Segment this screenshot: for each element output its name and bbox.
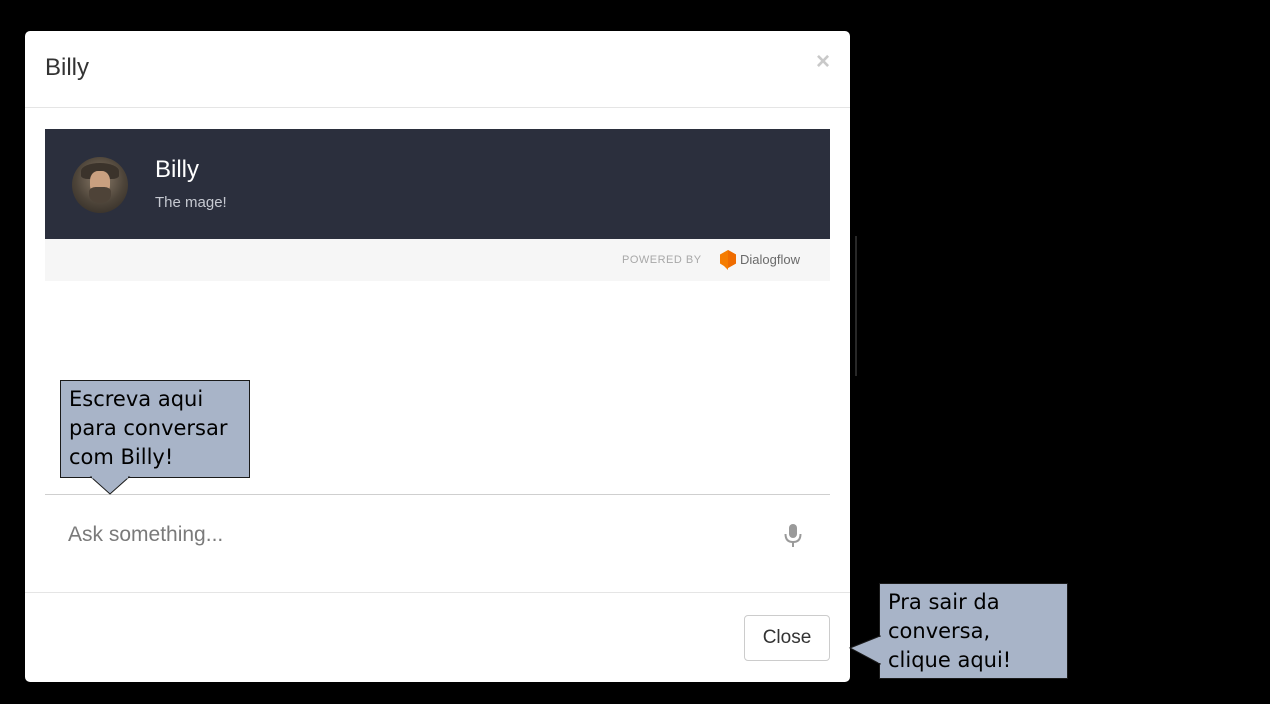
modal-footer: Close <box>25 592 850 683</box>
close-hint-callout: Pra sair da conversa, clique aqui! <box>879 583 1068 679</box>
avatar-beard <box>89 187 111 203</box>
powered-by-bar: POWERED BY Dialogflow <box>45 239 830 281</box>
bot-name: Billy <box>155 156 200 183</box>
chat-input-area <box>45 494 830 575</box>
background-artifact <box>850 236 857 376</box>
close-button[interactable]: Close <box>744 615 830 661</box>
close-hint-line: clique aqui! <box>888 648 1012 672</box>
chat-hint-line: para conversar <box>69 416 228 440</box>
bot-banner: Billy The mage! <box>45 129 830 239</box>
modal-title: Billy <box>45 54 90 81</box>
close-icon[interactable]: × <box>816 49 830 75</box>
chat-hint-callout: Escreva aqui para conversar com Billy! <box>60 380 250 478</box>
chat-hint-callout-tail <box>89 476 131 495</box>
chat-modal: Billy × Billy The mage! POWERED BY Dialo… <box>25 31 850 682</box>
close-hint-line: conversa, <box>888 619 991 643</box>
avatar <box>72 157 128 213</box>
microphone-icon[interactable] <box>782 523 804 549</box>
close-hint-callout-tail <box>848 635 881 665</box>
screen: Billy × Billy The mage! POWERED BY Dialo… <box>0 0 1270 704</box>
chat-hint-line: com Billy! <box>69 445 174 469</box>
bot-description: The mage! <box>155 194 227 211</box>
chat-input[interactable] <box>45 496 788 574</box>
dialogflow-brand: Dialogflow <box>740 252 800 267</box>
chat-hint-line: Escreva aqui <box>69 387 204 411</box>
dialogflow-logo-icon <box>720 250 736 270</box>
powered-by-label: POWERED BY <box>622 254 702 266</box>
close-hint-line: Pra sair da <box>888 590 1000 614</box>
modal-header: Billy × <box>25 31 850 108</box>
